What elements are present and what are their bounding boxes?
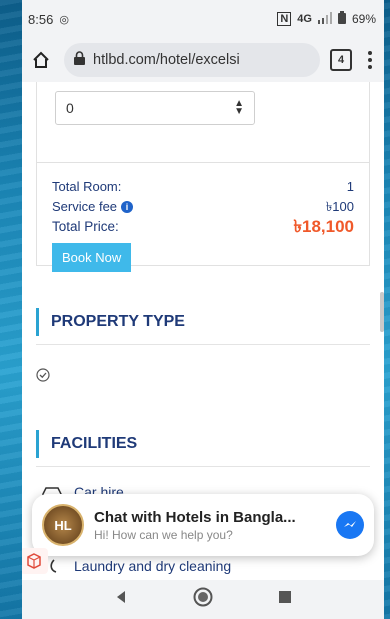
info-icon[interactable]: i	[121, 201, 134, 213]
price-summary-card: Total Room: 1 Service fee i ৳100 Total P…	[36, 162, 370, 272]
url-text: htlbd.com/hotel/excelsi	[93, 52, 240, 68]
service-fee-value: ৳100	[325, 199, 354, 214]
facility-label: Laundry and dry cleaning	[74, 558, 232, 574]
divider	[36, 344, 370, 345]
overflow-menu-button[interactable]	[362, 51, 378, 69]
total-room-value: 1	[346, 179, 354, 194]
system-nav-bar	[22, 580, 384, 619]
back-button[interactable]	[114, 590, 128, 609]
battery-icon	[337, 11, 346, 27]
divider	[36, 466, 370, 467]
chat-logo: HL	[42, 504, 84, 546]
total-room-label: Total Room:	[52, 179, 122, 194]
chat-subtitle: Hi! How can we help you?	[94, 527, 233, 542]
service-fee-label: Service fee	[52, 199, 118, 214]
chat-title: Chat with Hotels in Bangla...	[94, 508, 296, 526]
recents-square-icon	[278, 591, 291, 603]
home-nav-button[interactable]	[193, 587, 213, 612]
room-count-select[interactable]: 0 ▲ ▼	[55, 91, 255, 125]
room-count-value: 0	[66, 100, 74, 116]
home-circle-icon	[193, 587, 213, 607]
network-label: 4G	[297, 13, 312, 25]
phone-screen: 8:56 ◎ N 4G 69% htlbd.com/hotel/excelsi …	[22, 0, 384, 619]
scrollbar-thumb[interactable]	[380, 292, 384, 332]
tabs-button[interactable]: 4	[330, 49, 352, 71]
check-circle-icon	[36, 368, 50, 382]
book-now-button[interactable]: Book Now	[52, 243, 132, 272]
back-triangle-icon	[117, 591, 126, 603]
signal-icon	[317, 11, 332, 27]
page-content: 0 ▲ ▼ Total Room: 1 Service fee i ৳100 To…	[22, 82, 384, 580]
service-fee-row: Service fee i ৳100	[52, 197, 354, 217]
cube-widget-icon[interactable]	[22, 548, 48, 574]
status-time: 8:56	[28, 11, 54, 27]
select-arrows-icon: ▲ ▼	[234, 98, 244, 117]
status-bar: 8:56 ◎ N 4G 69%	[22, 0, 384, 38]
nfc-icon: N	[277, 12, 292, 26]
lock-icon	[74, 51, 85, 69]
total-room-row: Total Room: 1	[52, 177, 354, 197]
total-price-label: Total Price:	[52, 219, 119, 234]
messenger-icon[interactable]	[336, 511, 364, 539]
home-button[interactable]	[28, 47, 54, 73]
facilities-heading: FACILITIES	[36, 430, 370, 458]
browser-toolbar: htlbd.com/hotel/excelsi 4	[22, 38, 384, 82]
battery-percent: 69%	[351, 12, 376, 26]
total-price-row: Total Price: ৳18,100	[52, 217, 354, 237]
total-price-value: ৳18,100	[293, 217, 354, 236]
facility-item: Laundry and dry cleaning	[40, 558, 231, 574]
property-type-heading: PROPERTY TYPE	[36, 308, 370, 336]
recents-button[interactable]	[278, 590, 292, 609]
chat-widget[interactable]: HL Chat with Hotels in Bangla... Hi! How…	[32, 494, 374, 556]
wifi-calling-icon: ◎	[59, 13, 69, 26]
url-bar[interactable]: htlbd.com/hotel/excelsi	[64, 43, 320, 77]
home-icon	[33, 51, 49, 68]
